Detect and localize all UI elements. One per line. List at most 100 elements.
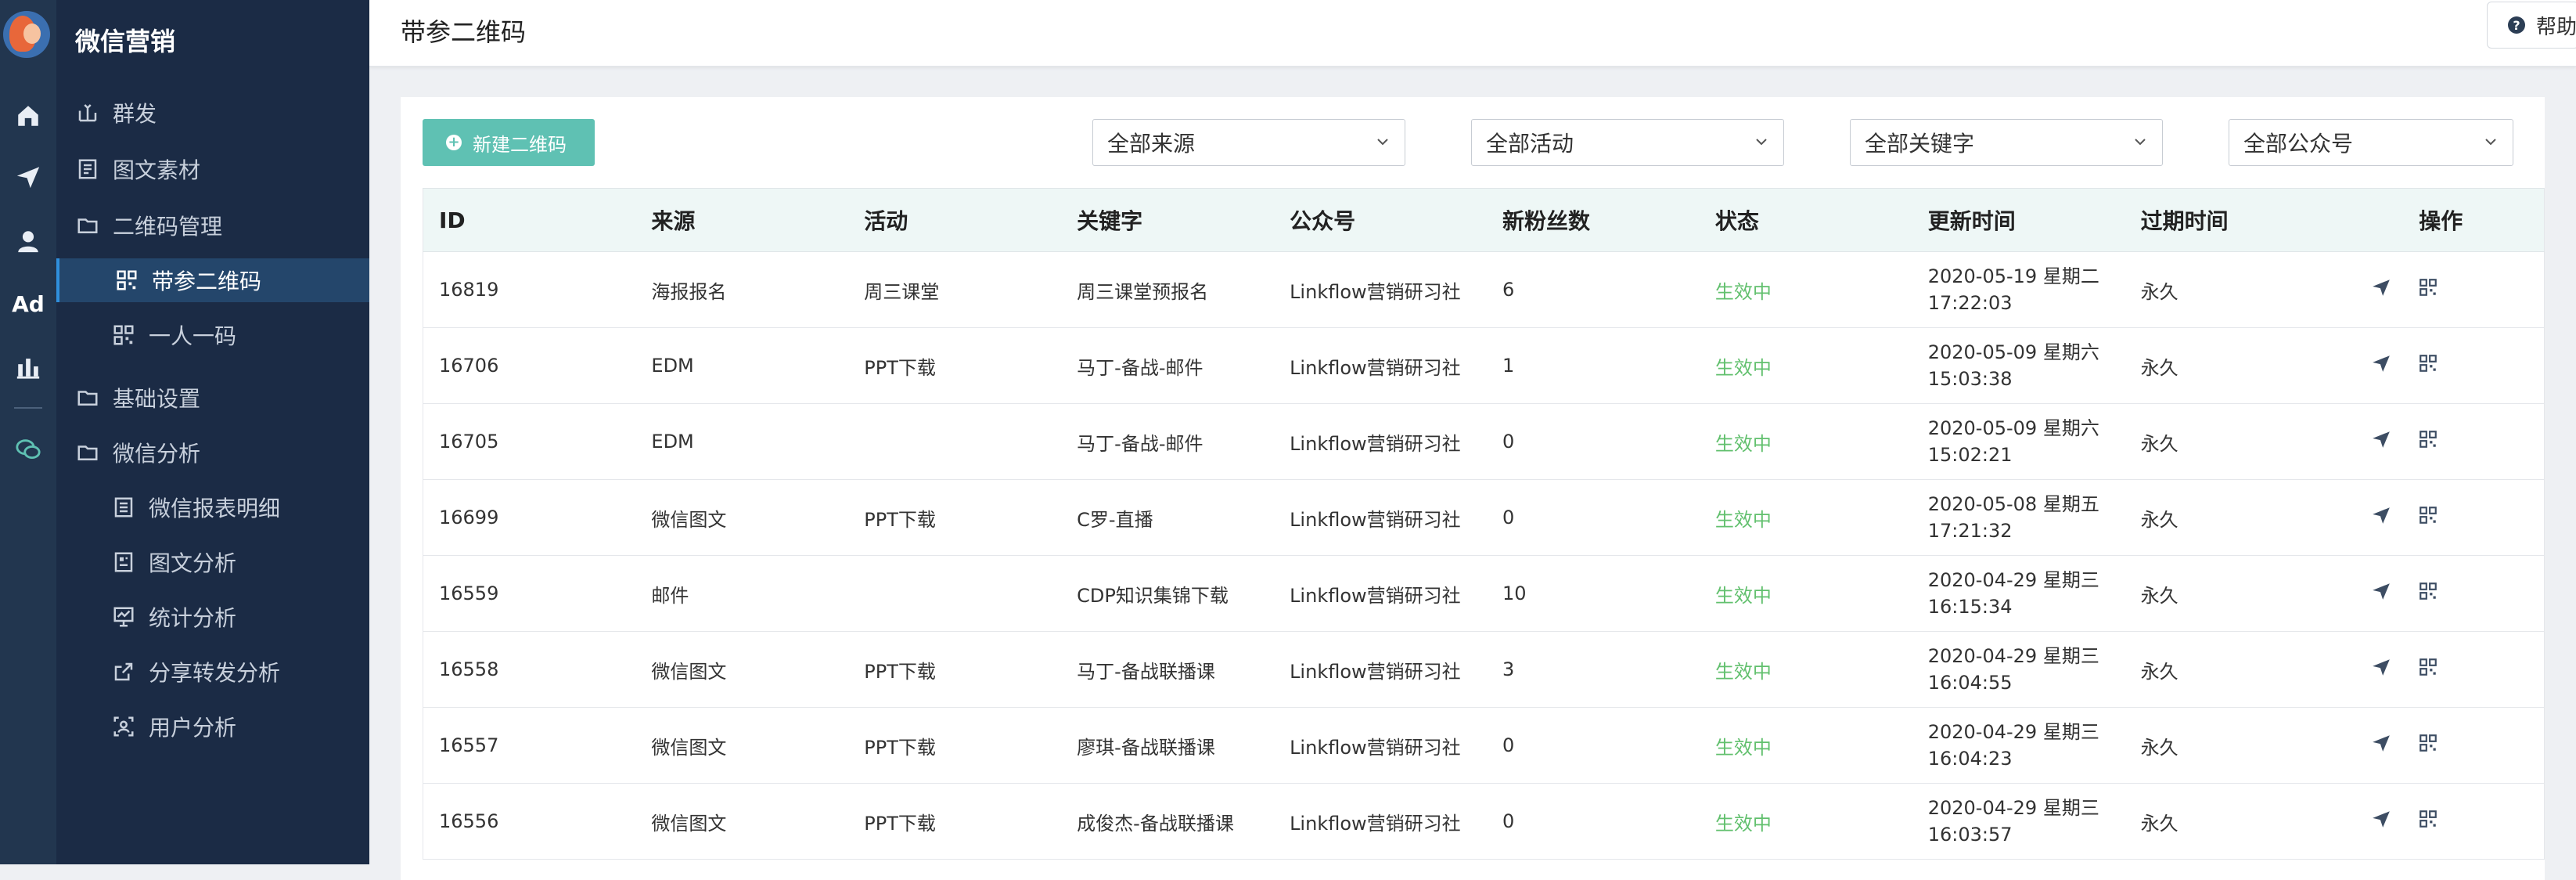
cell-activity: PPT下载: [848, 783, 1062, 860]
account-filter-select[interactable]: 全部公众号: [2229, 119, 2513, 166]
cell-activity: 周三课堂: [848, 251, 1062, 328]
column-header[interactable]: 状态: [1699, 188, 1912, 252]
app-logo[interactable]: [3, 11, 50, 58]
bar-chart-icon[interactable]: [0, 343, 56, 390]
row-actions: [2354, 353, 2544, 378]
send-action-button[interactable]: [2371, 581, 2391, 606]
help-button[interactable]: ? 帮助: [2487, 2, 2576, 49]
updated-clock: 16:04:55: [1927, 672, 2013, 694]
cell-actions: [2337, 403, 2545, 480]
qrcode-action-button[interactable]: [2418, 581, 2438, 606]
column-header[interactable]: 关键字: [1061, 188, 1275, 252]
nav-item-label: 图文分析: [149, 550, 237, 576]
nav-item-wechat-analysis[interactable]: 微信分析: [56, 431, 369, 474]
send-action-button[interactable]: [2371, 277, 2391, 302]
keyword-filter-select[interactable]: 全部关键字: [1850, 119, 2163, 166]
nav-item-personal-qrcode[interactable]: 一人一码: [56, 313, 369, 357]
qrcode-icon[interactable]: [2418, 733, 2438, 753]
table-row: 16556 微信图文 PPT下载 成俊杰-备战联播课 Linkflow营销研习社 0 生效中…: [423, 783, 2545, 860]
row-actions: [2354, 429, 2544, 454]
nav-item-mass-send[interactable]: 群发: [56, 91, 369, 135]
table-row: 16559 邮件 CDP知识集锦下载 Linkflow营销研习社 10 生效中 2020-0…: [423, 555, 2545, 632]
send-icon[interactable]: [2371, 733, 2391, 753]
account-filter-value: 全部公众号: [2243, 131, 2354, 157]
nav-item-user-analysis[interactable]: 用户分析: [56, 705, 369, 748]
send-icon[interactable]: [2371, 581, 2391, 601]
new-qrcode-button[interactable]: + 新建二维码: [423, 119, 595, 166]
folder-icon: [74, 384, 102, 412]
send-action-button[interactable]: [2371, 657, 2391, 682]
nav-item-articles[interactable]: 图文素材: [56, 147, 369, 191]
qrcode-icon[interactable]: [2418, 581, 2438, 601]
nav-item-report-detail[interactable]: 微信报表明细: [56, 485, 369, 529]
cell-id: 16705: [423, 403, 636, 480]
qrcode-action-button[interactable]: [2418, 809, 2438, 834]
new-qrcode-label: 新建二维码: [473, 133, 567, 156]
nav-item-label: 二维码管理: [113, 214, 223, 240]
qrcode-action-button[interactable]: [2418, 657, 2438, 682]
qrcode-icon[interactable]: [2418, 353, 2438, 373]
status-badge: 生效中: [1699, 707, 1912, 784]
table-row: 16705 EDM 马丁-备战-邮件 Linkflow营销研习社 0 生效中 2020-05…: [423, 403, 2545, 480]
qrcode-action-button[interactable]: [2418, 733, 2438, 758]
cell-updated-time: 2020-04-29 星期三 16:04:55: [1912, 631, 2125, 708]
nav-item-share-analysis[interactable]: 分享转发分析: [56, 650, 369, 694]
send-action-button[interactable]: [2371, 809, 2391, 834]
column-header[interactable]: 新粉丝数: [1486, 188, 1700, 252]
table-body: 16819 海报报名 周三课堂 周三课堂预报名 Linkflow营销研习社 6 生效中 202…: [423, 251, 2545, 860]
send-icon[interactable]: [2371, 353, 2391, 373]
send-icon[interactable]: [2371, 657, 2391, 677]
send-action-button[interactable]: [2371, 353, 2391, 378]
updated-clock: 16:04:23: [1927, 748, 2013, 770]
cell-new-fans: 6: [1486, 251, 1700, 328]
column-header[interactable]: 活动: [848, 188, 1062, 252]
folder-icon: [74, 438, 102, 467]
qrcode-icon[interactable]: [2418, 657, 2438, 677]
qrcode-icon[interactable]: [2418, 429, 2438, 449]
column-header[interactable]: 过期时间: [2124, 188, 2338, 252]
qrcode-action-button[interactable]: [2418, 277, 2438, 302]
cell-source: 微信图文: [635, 479, 849, 556]
send-icon[interactable]: [2371, 277, 2391, 298]
ad-icon[interactable]: Ad: [0, 280, 56, 327]
column-header[interactable]: 更新时间: [1912, 188, 2125, 252]
nav-item-label: 带参二维码: [152, 269, 262, 294]
nav-item-statistics[interactable]: 统计分析: [56, 595, 369, 639]
qrcode-icon[interactable]: [2418, 505, 2438, 525]
nav-item-basic-settings[interactable]: 基础设置: [56, 376, 369, 420]
cell-keyword: 马丁-备战-邮件: [1061, 403, 1275, 480]
cell-expire: 永久: [2124, 479, 2338, 556]
user-icon[interactable]: [0, 218, 56, 265]
nav-item-param-qrcode[interactable]: 带参二维码: [56, 258, 369, 302]
cell-actions: [2337, 479, 2545, 556]
column-header[interactable]: 公众号: [1274, 188, 1487, 252]
qrcode-action-button[interactable]: [2418, 505, 2438, 530]
table-row: 16558 微信图文 PPT下载 马丁-备战联播课 Linkflow营销研习社 3 生效中 2…: [423, 631, 2545, 708]
nav-sidebar: 微信营销 群发 图文素材 二维码管理 带参二维码 一人一码 基础设置 微信分析 …: [56, 0, 369, 864]
source-filter-select[interactable]: 全部来源: [1092, 119, 1405, 166]
send-action-button[interactable]: [2371, 505, 2391, 530]
send-icon[interactable]: [2371, 809, 2391, 829]
column-header[interactable]: 来源: [635, 188, 849, 252]
table-row: 16819 海报报名 周三课堂 周三课堂预报名 Linkflow营销研习社 6 生效中 202…: [423, 251, 2545, 328]
column-header[interactable]: ID: [423, 188, 636, 252]
send-action-button[interactable]: [2371, 429, 2391, 454]
send-action-button[interactable]: [2371, 733, 2391, 758]
wechat-icon[interactable]: [0, 426, 56, 473]
activity-filter-select[interactable]: 全部活动: [1471, 119, 1784, 166]
article-analysis-icon: [110, 548, 138, 576]
send-icon[interactable]: [0, 153, 56, 200]
home-icon[interactable]: [0, 92, 56, 139]
qrcode-action-button[interactable]: [2418, 429, 2438, 454]
qrcode-icon[interactable]: [2418, 809, 2438, 829]
cell-new-fans: 3: [1486, 631, 1700, 708]
icon-rail: Ad: [0, 0, 56, 864]
send-icon[interactable]: [2371, 505, 2391, 525]
page-header: 带参二维码 ? 帮助: [369, 0, 2576, 67]
qrcode-icon[interactable]: [2418, 277, 2438, 298]
nav-item-qrcode-management[interactable]: 二维码管理: [56, 204, 369, 247]
nav-item-article-analysis[interactable]: 图文分析: [56, 540, 369, 584]
send-icon[interactable]: [2371, 429, 2391, 449]
cell-updated-time: 2020-04-29 星期三 16:03:57: [1912, 783, 2125, 860]
qrcode-action-button[interactable]: [2418, 353, 2438, 378]
